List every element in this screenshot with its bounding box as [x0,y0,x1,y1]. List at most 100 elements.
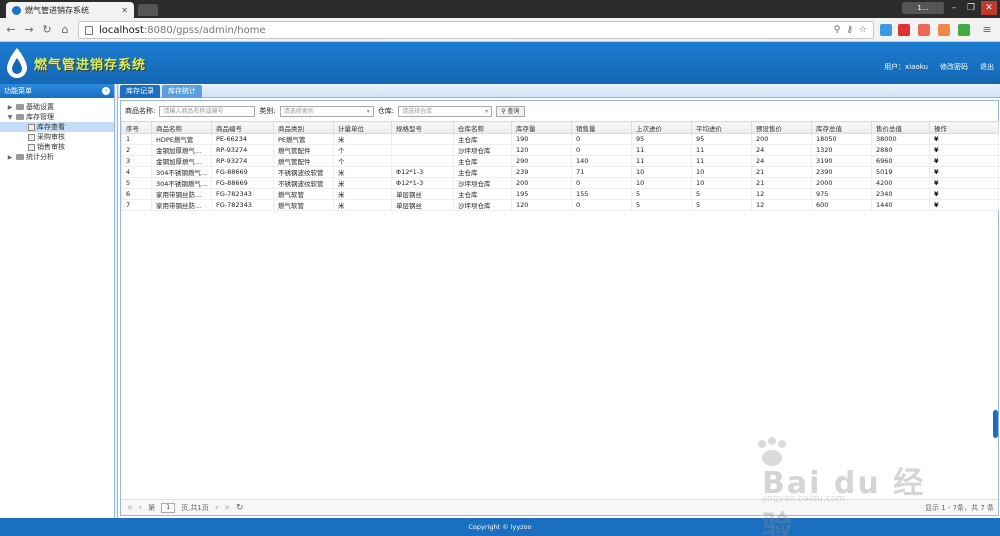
column-header[interactable]: 上次进价 [631,121,692,134]
close-tab-icon[interactable]: ✕ [121,6,128,15]
column-header[interactable]: 商品名称 [151,121,212,134]
table-cell: 1440 [871,199,930,211]
logout-link[interactable]: 退出 [980,62,994,72]
table-row[interactable]: 1 HDPE燃气管 PE-66234 PE燃气管米主仓库 190 0 95 95 200 1805… [121,133,999,145]
product-name-input[interactable]: 请输入商品名称或编号 [159,105,256,117]
column-header[interactable]: 销售量 [571,121,632,134]
column-header[interactable]: 规格型号 [391,121,454,134]
page-info-icon[interactable] [85,25,93,35]
price-action-icon[interactable]: ¥ [929,155,999,167]
column-header[interactable]: 库存总值 [811,121,872,134]
sidebar-item-inventory[interactable]: ▼ 库存管理 [0,112,114,122]
column-header[interactable]: 仓库名称 [453,121,512,134]
column-header[interactable]: 商品编号 [211,121,274,134]
column-header[interactable]: 预设售价 [751,121,812,134]
sidebar-item-inventory-view[interactable]: 库存查看 [0,122,114,132]
category-select[interactable]: 请选择类别 ▾ [279,105,374,117]
change-password-link[interactable]: 修改密码 [940,62,968,72]
app-title: 燃气管进销存系统 [34,58,147,73]
column-header[interactable]: 商品类别 [273,121,334,134]
price-action-icon[interactable]: ¥ [929,199,999,211]
table-row[interactable]: 5 304不锈钢燃气... FG-88669 不锈钢波纹软管米 Φ12*1-3 沙坪坝仓库… [121,177,999,189]
sidebar-header: 功能菜单 ‹ [0,84,114,98]
table-cell: RP-93274 [211,144,274,156]
tab-inventory-statistics[interactable]: 库存统计 [162,85,202,98]
sidebar-item-purchase-review[interactable]: 采购审核 [0,132,114,142]
next-page-icon[interactable]: › [215,503,219,513]
extension-icon[interactable] [918,24,930,36]
price-action-icon[interactable]: ¥ [929,166,999,178]
table-cell: PE燃气管 [273,133,334,145]
key-icon[interactable]: ⚷ [846,25,853,35]
sidebar-item-sales-review[interactable]: 销售审核 [0,142,114,152]
table-row[interactable]: 3 金钢加厚燃气... RP-93274 燃气管配件个主仓库 290 140 11 11 24 3… [121,155,999,167]
minimize-icon[interactable]: – [946,1,962,15]
url-input[interactable]: localhost:8080/gpss/admin/home ⚲ ⚷ ☆ [78,21,874,39]
column-header[interactable]: 序号 [121,121,152,134]
reload-icon[interactable]: ↻ [40,23,54,37]
zoom-icon[interactable]: ⚲ [834,25,841,35]
price-action-icon[interactable]: ¥ [929,144,999,156]
expand-arrow-icon[interactable]: ▶ [6,104,14,111]
table-cell: Φ12*1-3 [391,166,454,178]
maximize-icon[interactable]: ❐ [963,1,979,15]
table-cell: 24 [751,144,812,156]
browser-tab[interactable]: 燃气管进销存系统 ✕ [6,2,134,18]
table-row[interactable]: 6 家用带钢丝防... FG-782343 燃气软管米单层钢丝 主仓库 195 155 5 5 1… [121,188,999,200]
table-row[interactable]: 4 304不锈钢燃气... FG-88669 不锈钢波纹软管米 Φ12*1-3 主仓库 23… [121,166,999,178]
menu-icon[interactable]: ≡ [980,23,994,37]
home-icon[interactable]: ⌂ [58,23,72,37]
table-cell: 95 [631,133,692,145]
new-tab-button[interactable] [138,4,158,16]
table-cell: 沙坪坝仓库 [453,199,512,211]
column-header[interactable]: 平均进价 [691,121,752,134]
sidebar-item-basic-settings[interactable]: ▶ 基础设置 [0,102,114,112]
collapse-sidebar-icon[interactable]: ‹ [102,87,110,95]
column-header[interactable]: 计量单位 [333,121,392,134]
table-cell: 家用带钢丝防... [151,199,212,211]
table-cell: 190 [511,133,572,145]
browser-profile-badge[interactable]: 1... [902,2,944,14]
close-window-icon[interactable]: ✕ [981,1,997,15]
forward-icon[interactable]: → [22,23,36,37]
table-cell: 米 [333,133,392,145]
search-button[interactable]: ⚲ 查询 [496,105,525,117]
table-cell: 120 [511,199,572,211]
table-cell: 0 [571,133,632,145]
bookmark-star-icon[interactable]: ☆ [859,25,867,35]
table-cell: 6 [121,188,152,200]
column-header[interactable]: 售价总值 [871,121,930,134]
warehouse-select[interactable]: 请选择仓库 ▾ [398,105,493,117]
extension-icon[interactable] [880,24,892,36]
price-action-icon[interactable]: ¥ [929,188,999,200]
page-number-input[interactable]: 1 [161,502,176,513]
scrollbar-handle[interactable] [993,410,998,438]
table-cell: PE-66234 [211,133,274,145]
back-icon[interactable]: ← [4,23,18,37]
refresh-icon[interactable]: ↻ [236,503,244,513]
table-cell: 主仓库 [453,133,512,145]
last-page-icon[interactable]: » [224,503,230,513]
address-bar: ← → ↻ ⌂ localhost:8080/gpss/admin/home ⚲… [0,18,1000,42]
price-action-icon[interactable]: ¥ [929,133,999,145]
table-row[interactable]: 2 金钢加厚燃气... RP-93274 燃气管配件个沙坪坝仓库 120 0 11 11 24 1… [121,144,999,156]
extension-icon[interactable] [898,24,910,36]
extension-icon[interactable] [938,24,950,36]
table-cell: 燃气管配件 [273,155,334,167]
table-cell: FG-88669 [211,177,274,189]
sidebar-item-statistics[interactable]: ▶ 统计分析 [0,152,114,162]
collapse-arrow-icon[interactable]: ▼ [6,114,14,121]
watermark-url: jingyan.baidu.com [762,494,846,504]
tab-inventory-records[interactable]: 库存记录 [120,85,160,98]
price-action-icon[interactable]: ¥ [929,177,999,189]
first-page-icon[interactable]: « [127,503,133,513]
table-cell: 燃气软管 [273,199,334,211]
extension-icon[interactable] [958,24,970,36]
current-user-label: 用户：xiaoku [884,63,928,71]
expand-arrow-icon[interactable]: ▶ [6,154,14,161]
column-header[interactable]: 库存量 [511,121,572,134]
prev-page-icon[interactable]: ‹ [139,503,143,513]
chevron-down-icon: ▾ [366,107,370,115]
table-row[interactable]: 7 家用带钢丝防... FG-782343 燃气软管米单层钢丝 沙坪坝仓库 120 0 5 5 1… [121,199,999,211]
column-header[interactable]: 操作 [929,121,999,134]
